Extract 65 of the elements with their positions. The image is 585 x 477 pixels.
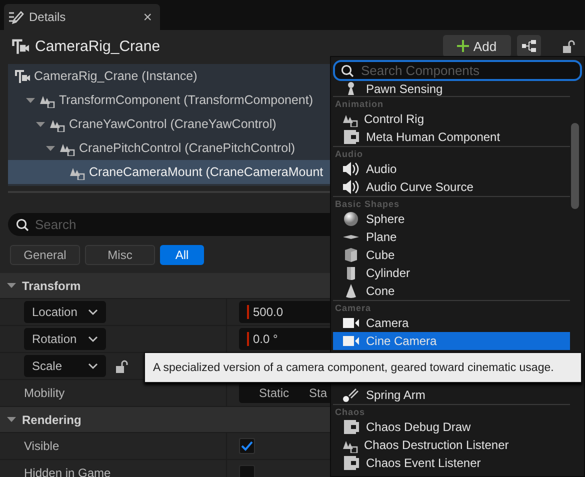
property-label: Hidden in Game bbox=[24, 466, 111, 477]
component-class-icon bbox=[342, 455, 360, 471]
component-item[interactable]: Chaos Event Listener bbox=[333, 454, 570, 472]
checkbox[interactable] bbox=[239, 438, 255, 454]
category-header: Basic Shapes bbox=[333, 196, 570, 210]
component-item[interactable]: Cine Camera bbox=[333, 332, 570, 350]
property-label: Visible bbox=[24, 439, 60, 453]
actor-title: CameraRig_Crane bbox=[35, 38, 162, 54]
mobility-option[interactable]: Static bbox=[259, 386, 290, 400]
close-button[interactable]: × bbox=[143, 8, 152, 26]
component-item[interactable]: Chaos Debug Draw bbox=[333, 418, 570, 436]
component-item[interactable]: Sphere bbox=[333, 210, 570, 228]
filter-tab[interactable]: Misc bbox=[85, 245, 155, 265]
property-dropdown[interactable]: Location bbox=[24, 301, 106, 323]
category-header: Camera bbox=[333, 300, 570, 314]
filter-tab[interactable]: General bbox=[10, 245, 80, 265]
hierarchy-button[interactable] bbox=[517, 35, 541, 57]
property-dropdown[interactable]: Rotation bbox=[24, 328, 106, 350]
component-item[interactable]: Spring Arm bbox=[333, 386, 570, 404]
checkbox[interactable] bbox=[239, 465, 255, 477]
chevron-icon bbox=[88, 362, 98, 370]
chevron-icon bbox=[88, 336, 98, 342]
search-icon bbox=[16, 218, 29, 231]
component-item[interactable]: Pawn Sensing bbox=[333, 81, 570, 96]
component-class-icon bbox=[342, 129, 360, 145]
component-item[interactable]: Chaos Destruction Listener bbox=[333, 436, 570, 454]
scrollbar[interactable] bbox=[571, 123, 579, 209]
property-dropdown[interactable]: Scale bbox=[24, 355, 106, 377]
expand-arrow-icon[interactable] bbox=[26, 96, 35, 104]
component-item[interactable]: Control Rig bbox=[333, 110, 570, 128]
expand-arrow-icon[interactable] bbox=[36, 120, 45, 128]
tab-title[interactable]: Details bbox=[29, 10, 138, 24]
expand-arrow-icon[interactable] bbox=[46, 144, 55, 152]
expand-arrow-icon[interactable] bbox=[7, 281, 16, 290]
component-item[interactable]: Meta Human Component bbox=[333, 128, 570, 146]
tooltip: A specialized version of a camera component, geared toward cinematic usage. bbox=[144, 352, 582, 383]
mobility-option[interactable]: Sta bbox=[309, 386, 328, 400]
details-icon bbox=[8, 10, 24, 24]
unlocked-lock-icon[interactable] bbox=[116, 360, 128, 372]
camera-icon bbox=[342, 315, 360, 331]
category-header: Animation bbox=[333, 96, 570, 110]
unlocked-lock-icon[interactable] bbox=[563, 40, 575, 52]
actor-icon bbox=[14, 68, 30, 84]
component-search-field[interactable]: Search Components bbox=[333, 60, 582, 81]
sphere-icon bbox=[342, 211, 360, 227]
add-button[interactable]: Add bbox=[443, 35, 511, 57]
search-icon bbox=[341, 64, 354, 77]
actor-icon bbox=[11, 37, 29, 55]
filter-tab[interactable]: All bbox=[160, 245, 204, 265]
spring-arm-icon bbox=[342, 387, 360, 403]
hierarchy-icon bbox=[522, 40, 536, 52]
cube-icon bbox=[342, 247, 360, 263]
plus-icon bbox=[457, 40, 470, 52]
speaker-icon bbox=[342, 161, 360, 177]
speaker-icon bbox=[342, 179, 360, 195]
category-header: Audio bbox=[333, 146, 570, 160]
property-label: Mobility bbox=[24, 386, 65, 400]
component-item[interactable]: Cube bbox=[333, 246, 570, 264]
category-header: Chaos bbox=[333, 404, 570, 418]
camera-icon bbox=[342, 333, 360, 349]
component-class-icon bbox=[342, 419, 360, 435]
chevron-icon bbox=[88, 308, 98, 316]
component-item[interactable]: Audio bbox=[333, 160, 570, 178]
expand-arrow-icon[interactable] bbox=[7, 415, 16, 424]
component-item[interactable]: Cone bbox=[333, 282, 570, 300]
